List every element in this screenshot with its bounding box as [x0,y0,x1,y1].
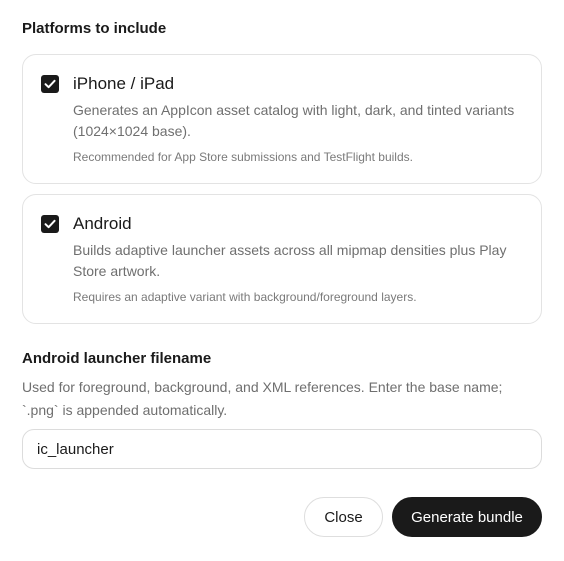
generate-bundle-button[interactable]: Generate bundle [392,497,542,537]
launcher-filename-input[interactable] [22,429,542,469]
platform-card-android[interactable]: Android Builds adaptive launcher assets … [22,194,542,324]
platform-card-ios[interactable]: iPhone / iPad Generates an AppIcon asset… [22,54,542,184]
ios-checkbox[interactable] [41,75,59,93]
android-checkbox[interactable] [41,215,59,233]
filename-field-label: Android launcher filename [22,350,212,367]
android-platform-title: Android [73,214,132,233]
generate-bundle-dialog: Platforms to include iPhone / iPad Gener… [0,0,564,561]
filename-field-help: Used for foreground, background, and XML… [22,379,503,418]
android-platform-note: Requires an adaptive variant with backgr… [73,290,417,304]
close-button[interactable]: Close [304,497,383,537]
checkmark-icon [44,79,56,89]
ios-platform-note: Recommended for App Store submissions an… [73,150,413,164]
checkmark-icon [44,219,56,229]
platforms-section-title: Platforms to include [22,20,167,37]
android-platform-description: Builds adaptive launcher assets across a… [73,242,507,279]
ios-platform-description: Generates an AppIcon asset catalog with … [73,102,515,139]
ios-platform-title: iPhone / iPad [73,74,175,93]
